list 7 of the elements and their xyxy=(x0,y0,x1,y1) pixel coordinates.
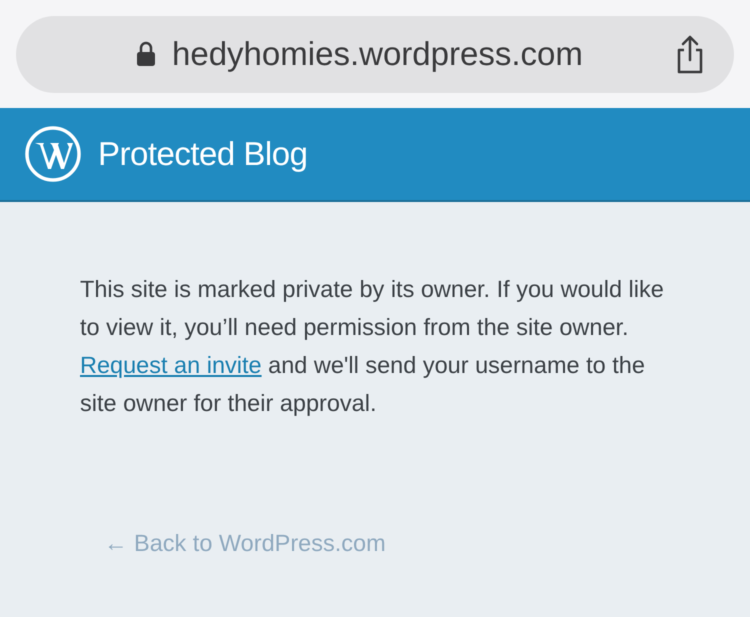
private-site-message: This site is marked private by its owner. If you would like to view it, you’ll need permission from the site owner. Request an invite and we'll send your username to the site owner for their approval. xyxy=(80,275,665,418)
blog-title: Protected Blog xyxy=(98,135,308,173)
back-link[interactable]: ← Back to WordPress.com xyxy=(104,530,386,557)
request-invite-link[interactable]: Request an invite xyxy=(80,352,262,378)
url-text: hedyhomies.wordpress.com xyxy=(172,35,584,73)
address-bar[interactable]: hedyhomies.wordpress.com xyxy=(16,16,734,92)
logo-icon xyxy=(24,125,82,183)
